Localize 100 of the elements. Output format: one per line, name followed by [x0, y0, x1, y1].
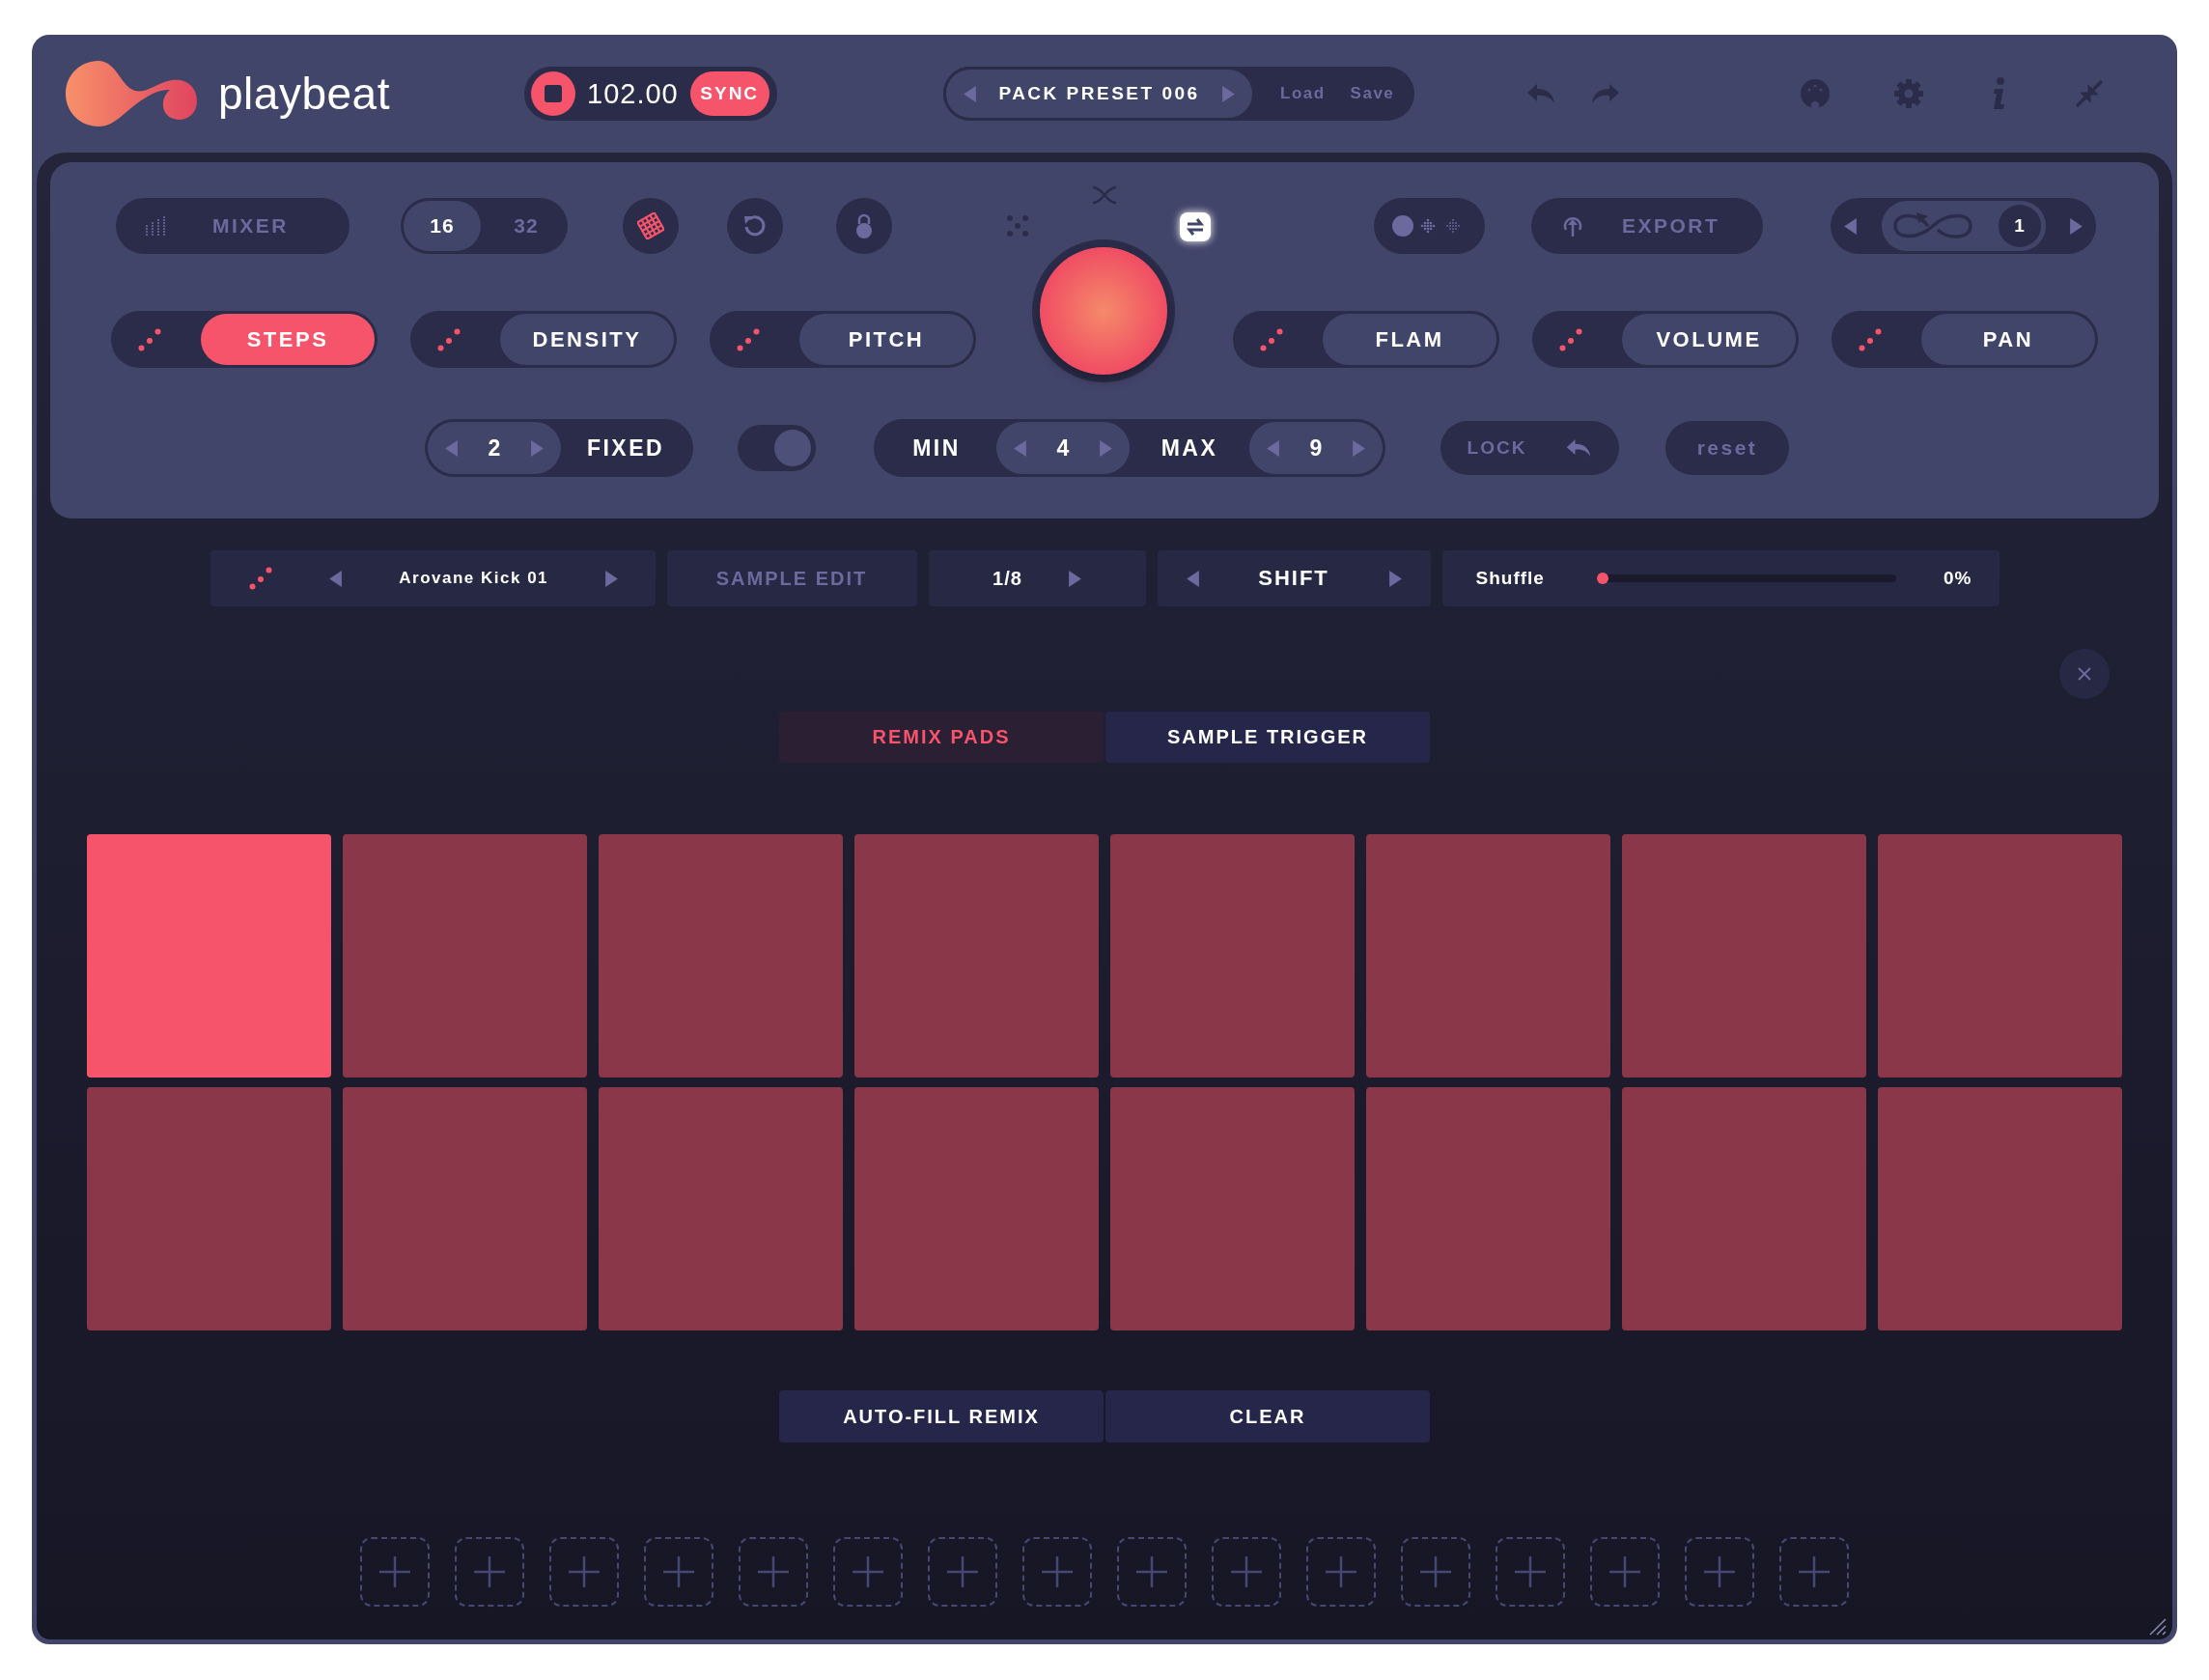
- add-slot-button[interactable]: [928, 1537, 997, 1607]
- arrow-right-icon[interactable]: [1222, 85, 1235, 102]
- add-slot-button[interactable]: [1212, 1537, 1281, 1607]
- shuffle-label: Shuffle: [1475, 568, 1546, 589]
- fixed-label: FIXED: [585, 434, 666, 462]
- padlock-icon: [853, 212, 875, 239]
- palette-icon[interactable]: [1800, 78, 1831, 109]
- logo-icon: [64, 59, 199, 128]
- arrow-right-icon[interactable]: [531, 439, 544, 457]
- shuffle-icon[interactable]: [1091, 183, 1118, 207]
- tempo-value[interactable]: 102.00: [587, 77, 679, 110]
- load-button[interactable]: Load: [1280, 84, 1326, 103]
- parameter-tab[interactable]: FLAM: [1323, 314, 1496, 365]
- dots-icon[interactable]: [1260, 327, 1283, 351]
- dots-icon[interactable]: [1859, 327, 1882, 351]
- mode-tab[interactable]: REMIX PADS: [779, 712, 1104, 763]
- rate-value: 1/8: [993, 567, 1022, 590]
- arrow-left-icon[interactable]: [1267, 439, 1279, 457]
- shuffle-slider[interactable]: [1596, 574, 1896, 582]
- stop-button[interactable]: [531, 71, 575, 116]
- plus-icon: [1703, 1555, 1736, 1588]
- add-slot-button[interactable]: [1022, 1537, 1092, 1607]
- arrow-left-icon[interactable]: [1844, 217, 1857, 235]
- grid-icon: [637, 212, 664, 239]
- min-value: 4: [1056, 434, 1070, 462]
- export-button[interactable]: EXPORT: [1531, 198, 1763, 254]
- redo-icon[interactable]: [1590, 82, 1621, 105]
- shuffle-value: 0%: [1943, 568, 1972, 589]
- parameter-tab[interactable]: PITCH: [799, 314, 973, 365]
- action-button[interactable]: CLEAR: [1105, 1390, 1430, 1442]
- arrow-left-icon[interactable]: [964, 85, 976, 102]
- swap-icon[interactable]: [1178, 210, 1213, 243]
- undo-icon: [1565, 437, 1593, 459]
- reset-button[interactable]: reset: [1665, 421, 1789, 475]
- add-slot-button[interactable]: [1685, 1537, 1754, 1607]
- add-slot-button[interactable]: [1590, 1537, 1660, 1607]
- arrow-right-icon[interactable]: [605, 570, 619, 587]
- undo-icon[interactable]: [1525, 82, 1556, 105]
- add-slot-button[interactable]: [1779, 1537, 1849, 1607]
- dice-dots-icon[interactable]: [1006, 214, 1029, 238]
- arrow-right-icon[interactable]: [1068, 570, 1081, 587]
- add-slot-button[interactable]: [739, 1537, 808, 1607]
- arrow-left-icon[interactable]: [328, 570, 342, 587]
- close-button[interactable]: [2059, 649, 2110, 699]
- arrow-left-icon[interactable]: [445, 439, 458, 457]
- plus-icon: [757, 1555, 790, 1588]
- arrow-right-icon[interactable]: [1388, 570, 1402, 587]
- settings-icon[interactable]: [1893, 78, 1924, 109]
- lock-toggle-button[interactable]: LOCK: [1440, 421, 1619, 475]
- add-slot-button[interactable]: [644, 1537, 713, 1607]
- add-slot-button[interactable]: [549, 1537, 619, 1607]
- dots-icon[interactable]: [248, 567, 272, 590]
- plus-icon: [946, 1555, 979, 1588]
- add-slot-button[interactable]: [1117, 1537, 1187, 1607]
- parameter-tab[interactable]: STEPS: [201, 314, 375, 365]
- sync-button[interactable]: SYNC: [689, 71, 769, 116]
- arrow-right-icon[interactable]: [2070, 217, 2083, 235]
- plus-icon: [1325, 1555, 1357, 1588]
- dots-icon[interactable]: [1559, 327, 1582, 351]
- dots-icon[interactable]: [437, 327, 461, 351]
- dots-icon[interactable]: [737, 327, 760, 351]
- collapse-icon[interactable]: [2075, 79, 2104, 108]
- action-button[interactable]: AUTO-FILL REMIX: [779, 1390, 1104, 1442]
- add-slot-button[interactable]: [1401, 1537, 1470, 1607]
- plus-icon: [1041, 1555, 1074, 1588]
- slider-thumb[interactable]: [1596, 573, 1608, 584]
- loop-count: 1: [1998, 205, 2041, 247]
- arrow-right-icon[interactable]: [1353, 439, 1365, 457]
- fixed-value: 2: [488, 434, 501, 462]
- step-length-option[interactable]: 16: [404, 201, 481, 251]
- add-slot-button[interactable]: [1306, 1537, 1376, 1607]
- dots-icon[interactable]: [138, 327, 161, 351]
- add-slot-button[interactable]: [455, 1537, 524, 1607]
- parameter-tab[interactable]: VOLUME: [1622, 314, 1796, 365]
- plus-icon: [473, 1555, 506, 1588]
- plus-icon: [662, 1555, 695, 1588]
- add-slot-button[interactable]: [360, 1537, 430, 1607]
- sample-name: Arovane Kick 01: [399, 569, 549, 588]
- save-button[interactable]: Save: [1350, 84, 1395, 103]
- sample-edit-button[interactable]: SAMPLE EDIT: [666, 550, 917, 606]
- parameter-tab[interactable]: DENSITY: [500, 314, 674, 365]
- info-icon[interactable]: [1992, 77, 2007, 110]
- arrow-left-icon[interactable]: [1186, 570, 1199, 587]
- arrow-left-icon[interactable]: [1014, 439, 1026, 457]
- close-icon: [2078, 667, 2091, 681]
- add-slot-button[interactable]: [1496, 1537, 1565, 1607]
- step-length-option[interactable]: 32: [488, 201, 565, 251]
- preset-name: PACK PRESET 006: [998, 83, 1200, 104]
- add-slot-button[interactable]: [833, 1537, 903, 1607]
- mode-tab[interactable]: SAMPLE TRIGGER: [1105, 712, 1430, 763]
- plus-icon: [1230, 1555, 1263, 1588]
- arrow-right-icon[interactable]: [1100, 439, 1112, 457]
- parameter-tab[interactable]: PAN: [1921, 314, 2095, 365]
- mixer-button[interactable]: MIXER: [116, 198, 350, 254]
- toggle-switch[interactable]: [738, 425, 816, 471]
- mixer-icon: [145, 215, 166, 237]
- upload-icon: [1562, 214, 1583, 238]
- plus-icon: [1419, 1555, 1452, 1588]
- plus-icon: [1135, 1555, 1168, 1588]
- min-label: MIN: [911, 434, 962, 462]
